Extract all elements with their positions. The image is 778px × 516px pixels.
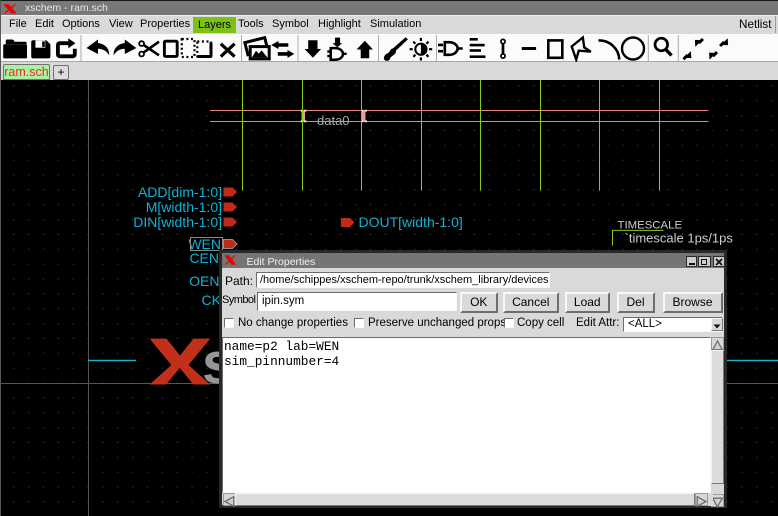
svg-text:data0: data0 <box>317 113 350 128</box>
svg-text:OEN: OEN <box>189 273 219 289</box>
svg-text:DIN[width-1:0]: DIN[width-1:0] <box>133 214 222 230</box>
svg-text:`timescale 1ps/1ps: `timescale 1ps/1ps <box>625 231 734 246</box>
svg-text:ADD[dim-1:0]: ADD[dim-1:0] <box>138 184 222 200</box>
svg-text:CEN: CEN <box>189 250 219 266</box>
svg-text:DOUT[width-1:0]: DOUT[width-1:0] <box>359 214 463 230</box>
svg-text:M[width-1:0]: M[width-1:0] <box>146 199 222 215</box>
